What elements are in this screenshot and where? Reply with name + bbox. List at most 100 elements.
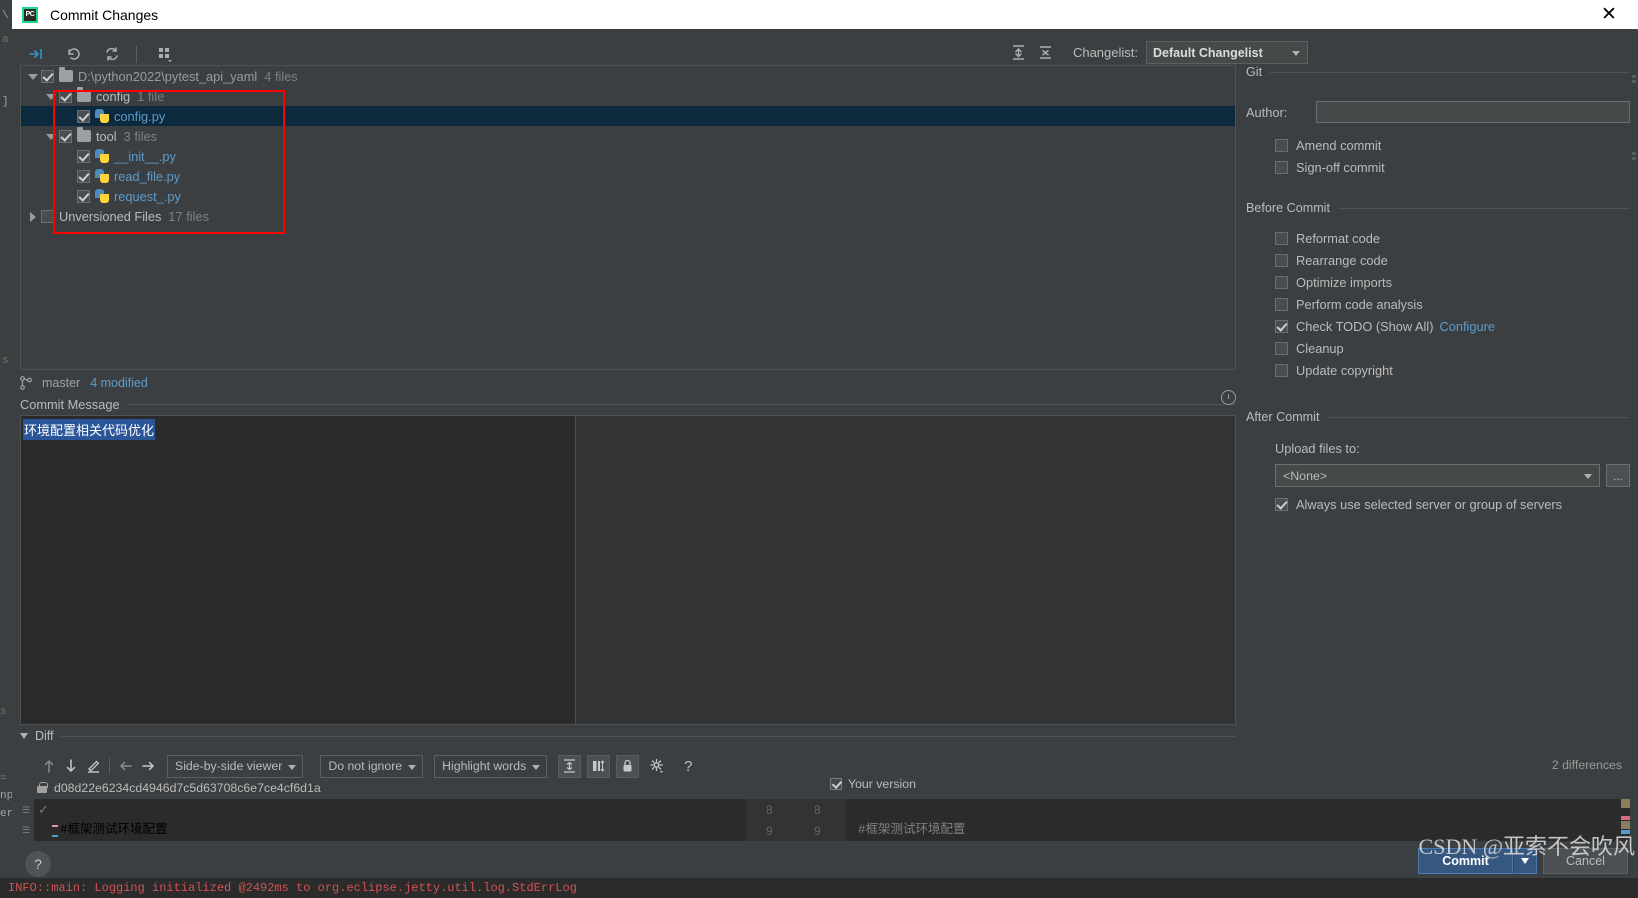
browse-button[interactable]: ... (1606, 464, 1630, 487)
tree-row-request_-py[interactable]: request_.py (21, 186, 1235, 206)
python-file-icon (95, 149, 109, 163)
revision-bar: d08d22e6234cd4946d7c5d63708c6e7ce4cf6d1a (20, 777, 1630, 798)
diff-scroll-markers[interactable] (1621, 799, 1630, 841)
changelist-dropdown[interactable]: Default Changelist (1146, 41, 1308, 64)
commit-button[interactable]: Commit (1418, 848, 1513, 874)
scrollbar-handle[interactable] (1632, 152, 1636, 155)
configure-link[interactable]: Configure (1440, 319, 1496, 334)
pencil-icon[interactable] (82, 754, 104, 778)
scrollbar-handle[interactable] (1632, 75, 1636, 78)
branch-status: master 4 modified (20, 373, 148, 393)
update-copyright-checkbox[interactable] (1275, 363, 1288, 377)
tree-row-checkbox[interactable] (59, 129, 72, 143)
tree-row-config-py[interactable]: config.py (21, 106, 1235, 126)
tree-row-tool[interactable]: tool 3 files (21, 126, 1235, 146)
tree-row-checkbox[interactable] (41, 209, 54, 223)
viewer-mode-dropdown[interactable]: Side-by-side viewer (167, 754, 304, 778)
close-icon[interactable]: ✕ (1598, 4, 1620, 26)
check-todo-checkbox[interactable] (1275, 319, 1288, 333)
sign-off-commit-checkbox-row[interactable]: Sign-off commit (1246, 156, 1630, 178)
window-title: Commit Changes (50, 6, 159, 23)
tree-row-checkbox[interactable] (77, 169, 90, 183)
diff-right-line-text: #框架测试环境配置 (858, 823, 966, 837)
perform-code-analysis-checkbox[interactable] (1275, 297, 1288, 311)
reformat-code-checkbox-row[interactable]: Reformat code (1246, 227, 1630, 249)
tree-twisty-icon[interactable] (27, 211, 38, 222)
modified-count[interactable]: 4 modified (90, 376, 148, 390)
collapse-all-icon[interactable] (1036, 43, 1055, 62)
tree-twisty-icon[interactable] (27, 71, 38, 82)
cleanup-checkbox[interactable] (1275, 341, 1288, 355)
check-todo-checkbox-row[interactable]: Check TODO (Show All) Configure (1246, 315, 1630, 337)
tree-row-label: config.py (114, 108, 166, 124)
group-by-icon[interactable] (151, 41, 179, 67)
ignore-mode-dropdown[interactable]: Do not ignore (320, 754, 424, 778)
whitespace-icon[interactable] (587, 754, 611, 778)
tree-row-checkbox[interactable] (77, 109, 90, 123)
optimize-imports-label: Optimize imports (1296, 274, 1392, 290)
viewer-mode-value: Side-by-side viewer (175, 759, 283, 773)
arrow-down-icon[interactable] (60, 754, 82, 778)
amend-commit-checkbox-row[interactable]: Amend commit (1246, 134, 1630, 156)
commit-dropdown-button[interactable] (1513, 848, 1537, 874)
question-icon[interactable]: ? (677, 754, 699, 778)
collapse-diff-icon[interactable] (20, 733, 28, 739)
tree-row-read_file-py[interactable]: read_file.py (21, 166, 1235, 186)
right-revision: Your version (830, 777, 916, 791)
amend-commit-checkbox[interactable] (1275, 138, 1288, 152)
revert-icon[interactable] (60, 41, 88, 67)
collapse-unchanged-icon[interactable] (558, 754, 582, 778)
commit-message-input[interactable]: 环境配置相关代码优化 (20, 415, 1236, 725)
tree-row-count: 4 files (264, 68, 298, 84)
help-button[interactable]: ? (25, 851, 51, 877)
tree-row-checkbox[interactable] (59, 89, 72, 103)
highlight-mode-dropdown[interactable]: Highlight words (434, 754, 548, 778)
cancel-button[interactable]: Cancel (1543, 848, 1628, 874)
tree-row-d--python2022-pytest_api_yaml[interactable]: D:\python2022\pytest_api_yaml 4 files (21, 66, 1235, 86)
cleanup-checkbox-row[interactable]: Cleanup (1246, 337, 1630, 359)
optimize-imports-checkbox[interactable] (1275, 275, 1288, 289)
tree-row-unversioned files[interactable]: Unversioned Files 17 files (21, 206, 1235, 226)
always-use-server-checkbox[interactable] (1275, 498, 1288, 511)
reformat-code-label: Reformat code (1296, 230, 1380, 246)
arrow-left-icon[interactable] (115, 754, 137, 778)
sign-off-commit-checkbox[interactable] (1275, 160, 1288, 174)
gear-icon[interactable] (646, 754, 668, 778)
check-todo-label: Check TODO (Show All) (1296, 318, 1434, 334)
divider (127, 404, 1236, 405)
rearrange-code-checkbox-row[interactable]: Rearrange code (1246, 249, 1630, 271)
tree-row-label: read_file.py (114, 168, 181, 184)
reformat-code-checkbox[interactable] (1275, 231, 1288, 245)
scrollbar-handle[interactable] (1632, 157, 1636, 160)
tree-row-__init__-py[interactable]: __init__.py (21, 146, 1235, 166)
clock-icon[interactable] (1221, 390, 1236, 405)
lock-icon[interactable] (616, 754, 640, 778)
highlight-mode-value: Highlight words (442, 759, 527, 773)
tree-twisty-icon[interactable] (45, 91, 56, 102)
always-use-server-row[interactable]: Always use selected server or group of s… (1246, 497, 1630, 512)
diff-viewer[interactable]: ☰ ☰ ✓ #框架测试环境配置 8 8 9 9 #框架测试环境配置 (20, 799, 1630, 841)
scrollbar-handle[interactable] (1632, 80, 1636, 83)
upload-target-dropdown[interactable]: <None> (1275, 464, 1600, 487)
tree-row-checkbox[interactable] (77, 189, 90, 203)
tree-twisty-icon[interactable] (45, 131, 56, 142)
line-number-left: 9 (766, 824, 773, 838)
show-diff-icon[interactable] (22, 41, 50, 67)
perform-code-analysis-checkbox-row[interactable]: Perform code analysis (1246, 293, 1630, 315)
arrow-right-icon[interactable] (137, 754, 159, 778)
changed-files-tree[interactable]: D:\python2022\pytest_api_yaml 4 files conf… (20, 65, 1236, 370)
your-version-checkbox[interactable] (830, 778, 842, 790)
refresh-icon[interactable] (98, 41, 126, 67)
tree-row-config[interactable]: config 1 file (21, 86, 1235, 106)
expand-all-icon[interactable] (1009, 43, 1028, 62)
commit-message-side-panel (576, 416, 1235, 724)
arrow-up-icon[interactable] (38, 754, 60, 778)
sign-off-commit-label: Sign-off commit (1296, 159, 1385, 175)
author-field[interactable] (1316, 101, 1630, 123)
tree-row-checkbox[interactable] (41, 69, 54, 83)
update-copyright-checkbox-row[interactable]: Update copyright (1246, 359, 1630, 381)
optimize-imports-checkbox-row[interactable]: Optimize imports (1246, 271, 1630, 293)
rearrange-code-checkbox[interactable] (1275, 253, 1288, 267)
tree-row-checkbox[interactable] (77, 149, 90, 163)
